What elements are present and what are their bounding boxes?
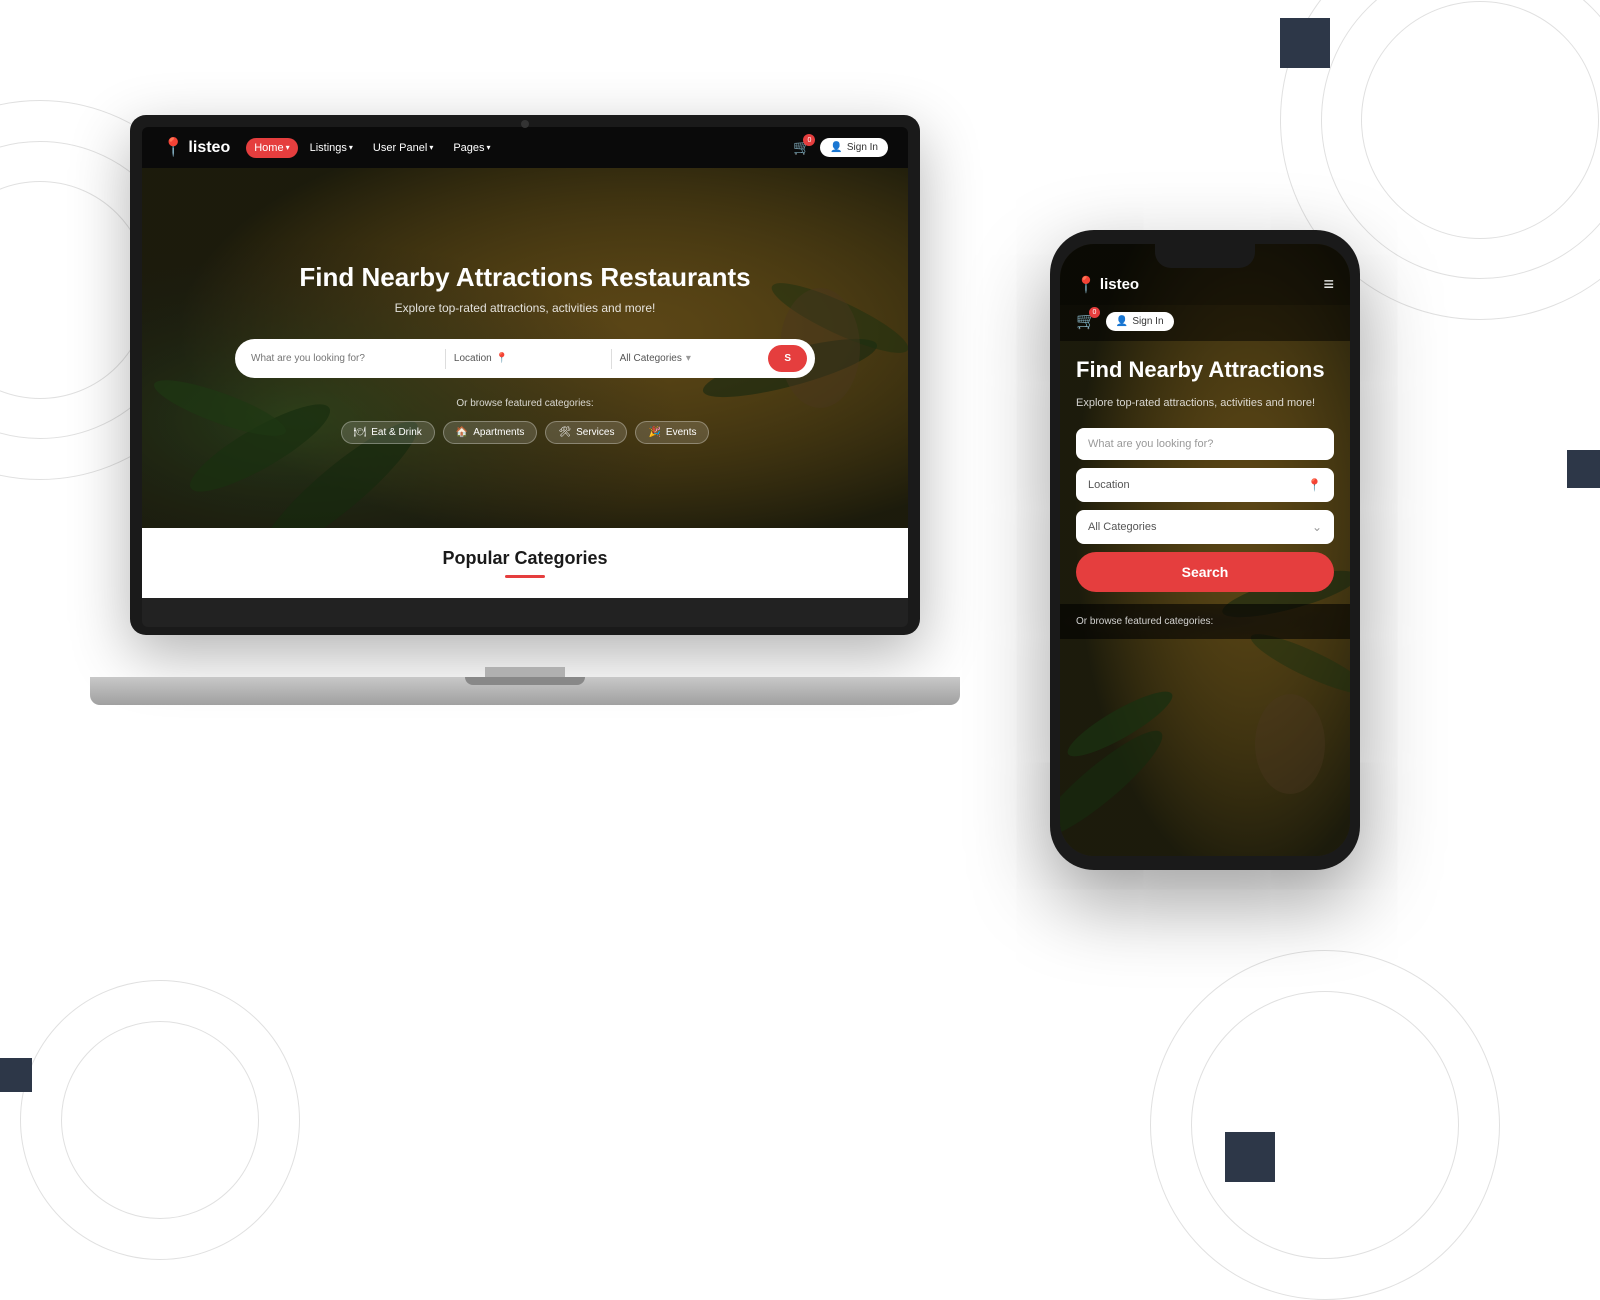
laptop-camera: [521, 120, 529, 128]
phone-logo: 📍 listeo: [1076, 275, 1139, 295]
nav-item-listings[interactable]: Listings ▾: [302, 138, 361, 158]
phone-sign-in-icon: 👤: [1116, 316, 1128, 327]
services-icon: 🛠: [558, 427, 571, 438]
search-bar-divider-2: [611, 349, 612, 369]
phone-hamburger-icon[interactable]: ≡: [1323, 274, 1334, 295]
laptop-location-input[interactable]: Location 📍: [454, 353, 603, 364]
nav-item-user-panel[interactable]: User Panel ▾: [365, 138, 441, 158]
popular-categories-title: Popular Categories: [162, 548, 888, 569]
phone-outer-body: 📍 listeo ≡ 🛒 0 👤 Sign In: [1050, 230, 1360, 870]
phone-notch: [1155, 244, 1255, 268]
decorative-circles-bottom-right: [1150, 950, 1500, 1300]
chip-events[interactable]: 🎉 Events: [635, 421, 709, 444]
laptop-logo: 📍 listeo: [162, 137, 230, 158]
nav-item-pages[interactable]: Pages ▾: [445, 138, 498, 158]
laptop-search-input[interactable]: [251, 353, 437, 364]
phone-sign-in-button[interactable]: 👤 Sign In: [1106, 312, 1174, 331]
popular-title-underline: [505, 575, 545, 578]
laptop-nav-links: Home ▾ Listings ▾ User Panel ▾ Pages ▾: [246, 138, 498, 158]
laptop-category-chips: 🍽 Eat & Drink 🏠 Apartments 🛠 Services: [162, 421, 888, 444]
decorative-square-2: [1567, 450, 1600, 488]
sign-in-icon: 👤: [830, 142, 842, 153]
laptop-nav-right: 🛒 0 👤 Sign In: [793, 138, 888, 157]
laptop-navbar: 📍 listeo Home ▾ Listings ▾ User Panel ▾: [142, 127, 908, 168]
decorative-square-4: [1225, 1132, 1275, 1182]
decorative-circles-bottom-left: [20, 980, 300, 1260]
laptop-search-bar: Location 📍 All Categories ▾ S: [235, 339, 815, 378]
laptop-logo-text: listeo: [188, 139, 230, 157]
chip-eat-drink[interactable]: 🍽 Eat & Drink: [341, 421, 435, 444]
decorative-square-3: [0, 1058, 32, 1092]
nav-item-home[interactable]: Home ▾: [246, 138, 297, 158]
eat-drink-icon: 🍽: [354, 427, 367, 438]
laptop-stand: [485, 667, 565, 677]
laptop-hero-title: Find Nearby Attractions Restaurants: [162, 262, 888, 293]
decorative-square-1: [1280, 18, 1330, 68]
user-panel-chevron-icon: ▾: [429, 143, 433, 152]
laptop-screen-content: 📍 listeo Home ▾ Listings ▾ User Panel ▾: [142, 127, 908, 627]
phone-categories-field[interactable]: All Categories ⌄: [1076, 510, 1334, 544]
phone-browse-section: Or browse featured categories:: [1060, 604, 1350, 639]
phone-categories-chevron-icon: ⌄: [1312, 520, 1322, 534]
laptop-device: 📍 listeo Home ▾ Listings ▾ User Panel ▾: [130, 115, 920, 705]
phone-cart-badge: 0: [1089, 307, 1100, 318]
laptop-hero-subtitle: Explore top-rated attractions, activitie…: [162, 301, 888, 315]
laptop-hero-content: Find Nearby Attractions Restaurants Expl…: [162, 262, 888, 444]
phone-location-field[interactable]: Location 📍: [1076, 468, 1334, 502]
phone-screen: 📍 listeo ≡ 🛒 0 👤 Sign In: [1060, 244, 1350, 856]
phone-cart-icon[interactable]: 🛒 0: [1076, 311, 1096, 331]
laptop-popular-section: Popular Categories: [142, 528, 908, 598]
phone-logo-pin-icon: 📍: [1076, 275, 1096, 295]
phone-device: 📍 listeo ≡ 🛒 0 👤 Sign In: [1050, 230, 1360, 870]
laptop-screen-outer: 📍 listeo Home ▾ Listings ▾ User Panel ▾: [130, 115, 920, 635]
apartments-icon: 🏠: [456, 427, 468, 438]
categories-chevron-icon: ▾: [686, 353, 691, 364]
laptop-sign-in-button[interactable]: 👤 Sign In: [820, 138, 888, 157]
laptop-browse-text: Or browse featured categories:: [162, 398, 888, 409]
phone-hero-section: Find Nearby Attractions Explore top-rate…: [1060, 341, 1350, 592]
listings-chevron-icon: ▾: [349, 143, 353, 152]
laptop-categories-select[interactable]: All Categories ▾: [620, 353, 769, 364]
phone-search-fields: What are you looking for? Location 📍 All…: [1076, 428, 1334, 592]
search-bar-divider: [445, 349, 446, 369]
laptop-search-button[interactable]: S: [768, 345, 807, 372]
phone-hero-title: Find Nearby Attractions: [1076, 357, 1334, 383]
events-icon: 🎉: [648, 427, 660, 438]
phone-hero-subtitle: Explore top-rated attractions, activitie…: [1076, 395, 1334, 412]
pages-chevron-icon: ▾: [487, 143, 491, 152]
phone-search-button[interactable]: Search: [1076, 552, 1334, 592]
logo-pin-icon: 📍: [162, 137, 184, 158]
chip-services[interactable]: 🛠 Services: [545, 421, 627, 444]
chip-apartments[interactable]: 🏠 Apartments: [443, 421, 538, 444]
laptop-hero-section: Find Nearby Attractions Restaurants Expl…: [142, 168, 908, 528]
home-chevron-icon: ▾: [286, 143, 290, 152]
phone-nav-row2: 🛒 0 👤 Sign In: [1060, 305, 1350, 341]
laptop-base: [90, 677, 960, 705]
laptop-cart-badge: 0: [803, 134, 815, 146]
phone-location-icon: 📍: [1307, 478, 1322, 492]
laptop-cart-icon[interactable]: 🛒 0: [793, 139, 810, 156]
phone-content: 📍 listeo ≡ 🛒 0 👤 Sign In: [1060, 244, 1350, 856]
location-pin-icon: 📍: [496, 353, 508, 364]
phone-search-field[interactable]: What are you looking for?: [1076, 428, 1334, 460]
